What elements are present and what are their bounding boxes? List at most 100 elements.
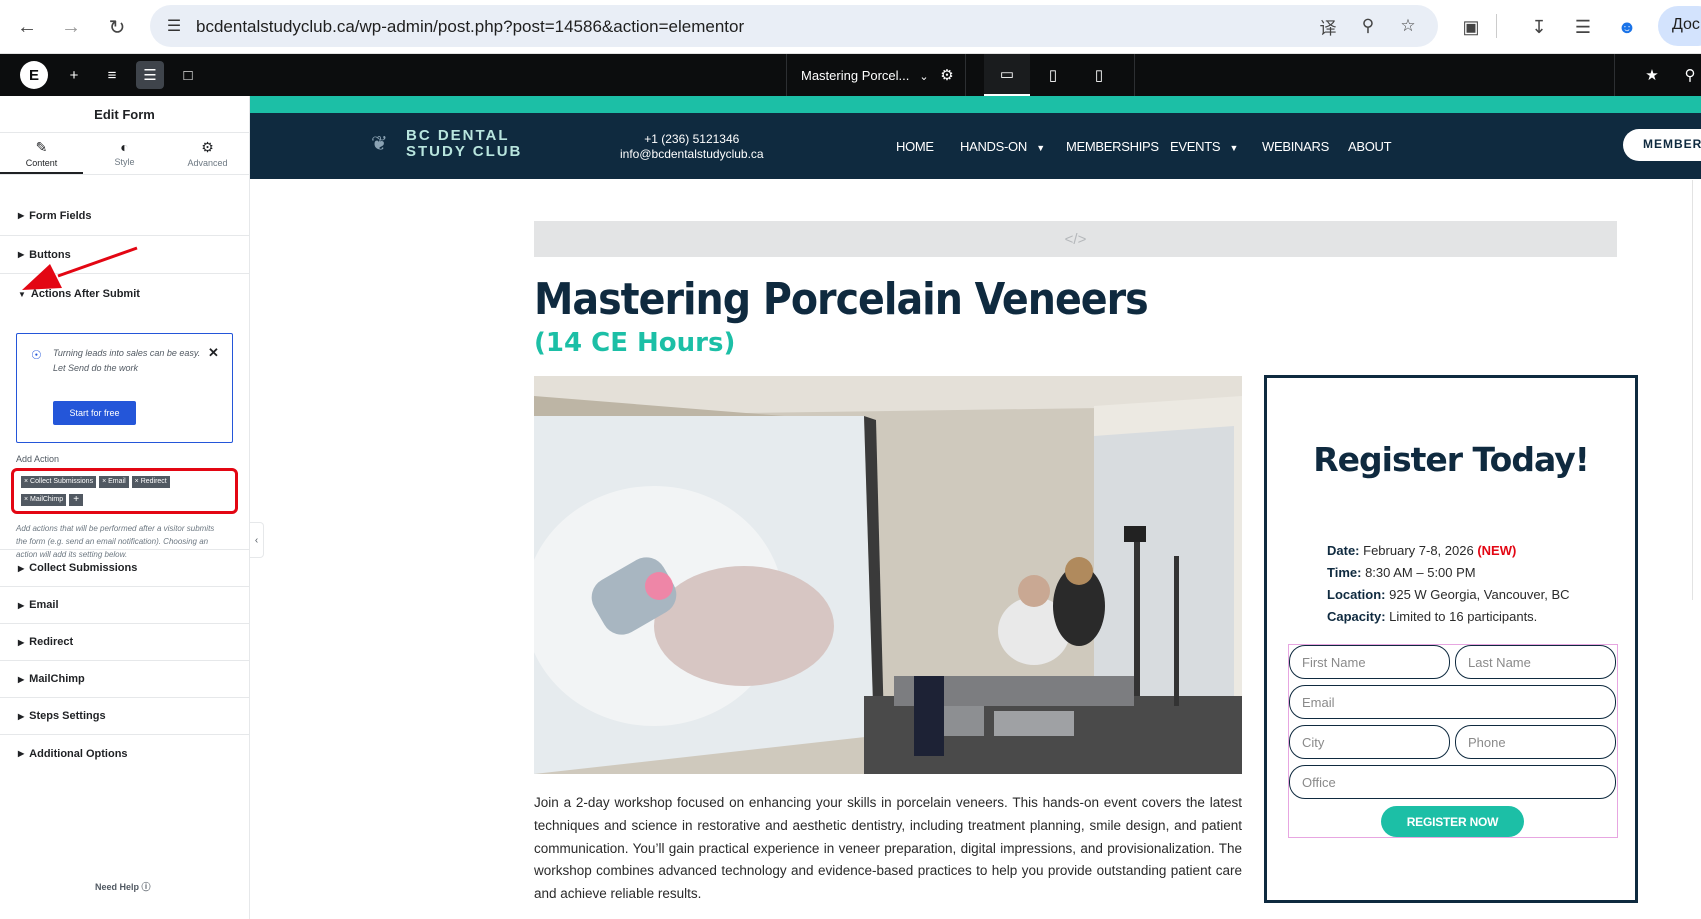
section-buttons[interactable]: ▶ Buttons (0, 236, 250, 274)
caret-down-icon: ▼ (1036, 143, 1045, 153)
city-field[interactable]: City (1289, 725, 1450, 759)
logo-line-2: STUDY CLUB (406, 143, 523, 160)
office-field[interactable]: Office (1289, 765, 1616, 799)
caret-right-icon: ▶ (18, 749, 25, 758)
code-icon: </> (1064, 230, 1087, 248)
menu-webinars[interactable]: WEBINARS (1262, 139, 1329, 154)
section-label: Actions After Submit (30, 288, 140, 300)
back-icon[interactable]: ← (14, 14, 40, 40)
action-tag[interactable]: × Redirect (131, 476, 170, 488)
html-widget-placeholder[interactable]: </> (534, 221, 1617, 257)
action-tag[interactable]: × Email (99, 476, 129, 488)
profile-chip[interactable]: Дос (1658, 6, 1701, 46)
section-actions-after-submit[interactable]: ▼ Actions After Submit (0, 274, 250, 314)
mobile-view-icon[interactable]: ▯ (1076, 54, 1122, 96)
comments-icon[interactable]: □ (174, 61, 202, 89)
info-date-value: February 7-8, 2026 (1363, 543, 1474, 558)
question-circle-icon: ⓘ (141, 882, 151, 892)
tab-advanced[interactable]: ⚙ Advanced (166, 133, 249, 174)
phone-field[interactable]: Phone (1455, 725, 1616, 759)
need-help-link[interactable]: Need Help ⓘ (95, 880, 151, 893)
menu-events[interactable]: EVENTS ▼ (1170, 139, 1238, 154)
desktop-view-icon[interactable]: ▭ (984, 54, 1030, 96)
notifications-megaphone-icon[interactable]: ★ (1640, 64, 1664, 86)
structure-layers-icon[interactable]: ☰ (136, 61, 164, 89)
info-time-value: 8:30 AM – 5:00 PM (1365, 565, 1476, 580)
address-bar[interactable]: ☰ bcdentalstudyclub.ca/wp-admin/post.php… (150, 5, 1438, 47)
section-additional-options[interactable]: ▶ Additional Options (0, 735, 250, 772)
tab-content[interactable]: ✎ Content (0, 133, 83, 174)
section-label: Email (29, 599, 59, 611)
add-action-label: Add Action (16, 454, 60, 464)
preview-scrollbar[interactable] (1692, 180, 1701, 600)
bookmark-star-icon[interactable]: ☆ (1396, 15, 1420, 37)
browser-toolbar: ← → ↻ ☰ bcdentalstudyclub.ca/wp-admin/po… (0, 0, 1701, 54)
elementor-logo-icon[interactable]: E (20, 61, 48, 89)
menu-home[interactable]: HOME (896, 139, 934, 154)
section-collect-submissions[interactable]: ▶ Collect Submissions (0, 549, 250, 587)
section-form-fields[interactable]: ▶ Form Fields (0, 196, 250, 236)
email-field[interactable]: Email (1289, 685, 1616, 719)
page-subtitle: (14 CE Hours) (534, 328, 736, 358)
actions-select[interactable]: × Collect Submissions × Email × Redirect ×… (11, 468, 238, 514)
tab-content-label: Content (25, 158, 58, 168)
page-name: Mastering Porcel... (801, 68, 910, 83)
menu-memberships[interactable]: MEMBERSHIPS (1066, 139, 1159, 154)
section-redirect[interactable]: ▶ Redirect (0, 624, 250, 661)
media-queue-icon[interactable]: ☰ (1570, 14, 1596, 40)
section-steps-settings[interactable]: ▶ Steps Settings (0, 698, 250, 735)
site-header: ❦ BC DENTAL STUDY CLUB +1 (236) 5121346 … (250, 113, 1701, 179)
start-for-free-button[interactable]: Start for free (53, 401, 136, 425)
menu-hands-on[interactable]: HANDS-ON ▼ (960, 139, 1045, 154)
first-name-field[interactable]: First Name (1289, 645, 1450, 679)
page-settings-gear-icon[interactable]: ⚙ (936, 64, 958, 86)
last-name-field[interactable]: Last Name (1455, 645, 1616, 679)
register-now-button[interactable]: REGISTER NOW (1381, 806, 1524, 837)
menu-about[interactable]: ABOUT (1348, 139, 1392, 154)
add-element-icon[interactable]: + (60, 61, 88, 89)
site-settings-icon[interactable]: ☰ (162, 15, 186, 37)
zoom-icon[interactable]: ⚲ (1356, 15, 1380, 37)
tab-style-label: Style (114, 157, 135, 167)
register-card: Register Today! Date: February 7-8, 2026… (1264, 375, 1638, 903)
search-icon[interactable]: ⚲ (1678, 64, 1701, 86)
action-tag[interactable]: × Collect Submissions (21, 476, 97, 488)
member-button[interactable]: MEMBER (1623, 129, 1701, 161)
page-title: Mastering Porcelain Veneers (534, 274, 1149, 325)
extensions-icon[interactable]: ▣ (1458, 14, 1484, 40)
section-label: Additional Options (29, 747, 128, 760)
section-email[interactable]: ▶ Email (0, 587, 250, 624)
tab-style[interactable]: ◐ Style (83, 133, 166, 174)
caret-right-icon: ▶ (18, 674, 25, 684)
panel-tabs: ✎ Content ◐ Style ⚙ Advanced (0, 133, 249, 175)
site-logo[interactable]: BC DENTAL STUDY CLUB (406, 128, 522, 160)
caret-right-icon: ▶ (18, 711, 25, 721)
editor-panel: Edit Form ✎ Content ◐ Style ⚙ Advanced ▶ For… (0, 96, 250, 919)
caret-right-icon: ▶ (18, 563, 25, 573)
info-time: Time: 8:30 AM – 5:00 PM (1327, 565, 1476, 580)
url-text[interactable]: bcdentalstudyclub.ca/wp-admin/post.php?p… (196, 17, 744, 37)
action-tag[interactable]: × MailChimp (21, 494, 67, 506)
bar-divider (1134, 54, 1135, 96)
account-icon[interactable]: ☻ (1614, 14, 1640, 40)
forward-icon[interactable]: → (58, 14, 84, 40)
close-icon[interactable]: ✕ (208, 345, 219, 361)
tablet-view-icon[interactable]: ▯ (1030, 54, 1076, 96)
add-action-plus-icon[interactable]: + (69, 494, 84, 506)
bar-divider-right (1614, 54, 1615, 96)
header-phone[interactable]: +1 (236) 5121346 (644, 132, 739, 146)
translate-icon[interactable]: 译 (1316, 15, 1340, 38)
section-mailchimp[interactable]: ▶ MailChimp (0, 661, 250, 698)
promo-text: Turning leads into sales can be easy. Le… (53, 346, 203, 376)
contrast-icon: ◐ (120, 139, 129, 155)
section-label: Steps Settings (29, 710, 106, 722)
registration-form: First Name Last Name Email City Phone Of… (1288, 644, 1618, 838)
header-email[interactable]: info@bcdentalstudyclub.ca (620, 147, 764, 161)
site-settings-sliders-icon[interactable]: ≡ (98, 61, 126, 89)
panel-title: Edit Form (0, 96, 249, 133)
reload-icon[interactable]: ↻ (104, 14, 130, 40)
info-time-label: Time: (1327, 565, 1362, 580)
download-icon[interactable]: ↧ (1526, 14, 1552, 40)
panel-collapse-toggle[interactable]: ‹ (250, 522, 264, 558)
tab-advanced-label: Advanced (187, 158, 228, 168)
